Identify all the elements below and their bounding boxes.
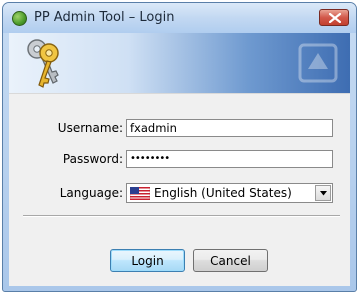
- us-flag-icon: [130, 187, 150, 200]
- language-selected-value: English (United States): [154, 186, 292, 200]
- close-button[interactable]: [319, 9, 349, 26]
- divider: [23, 215, 340, 217]
- title-bar[interactable]: PP Admin Tool – Login: [3, 3, 356, 33]
- header-banner: [9, 33, 350, 93]
- banner-deco-icon: [298, 43, 338, 83]
- chevron-down-icon: [320, 191, 327, 196]
- app-globe-icon: [12, 11, 27, 26]
- username-field[interactable]: [126, 119, 333, 137]
- password-label: Password:: [62, 152, 123, 166]
- login-button[interactable]: Login: [110, 249, 185, 272]
- username-label: Username:: [57, 121, 123, 135]
- language-select[interactable]: English (United States): [126, 183, 333, 203]
- window-title: PP Admin Tool – Login: [34, 10, 175, 25]
- language-label: Language:: [59, 186, 123, 200]
- password-field[interactable]: ••••••••: [126, 150, 333, 168]
- dropdown-button[interactable]: [315, 185, 331, 201]
- keys-icon: [27, 39, 59, 88]
- cancel-button[interactable]: Cancel: [193, 249, 268, 272]
- form-area: Username: Password: •••••••• Language: E…: [9, 93, 350, 286]
- login-dialog: PP Admin Tool – Login Username: Password…: [2, 2, 357, 292]
- close-icon: [329, 13, 341, 23]
